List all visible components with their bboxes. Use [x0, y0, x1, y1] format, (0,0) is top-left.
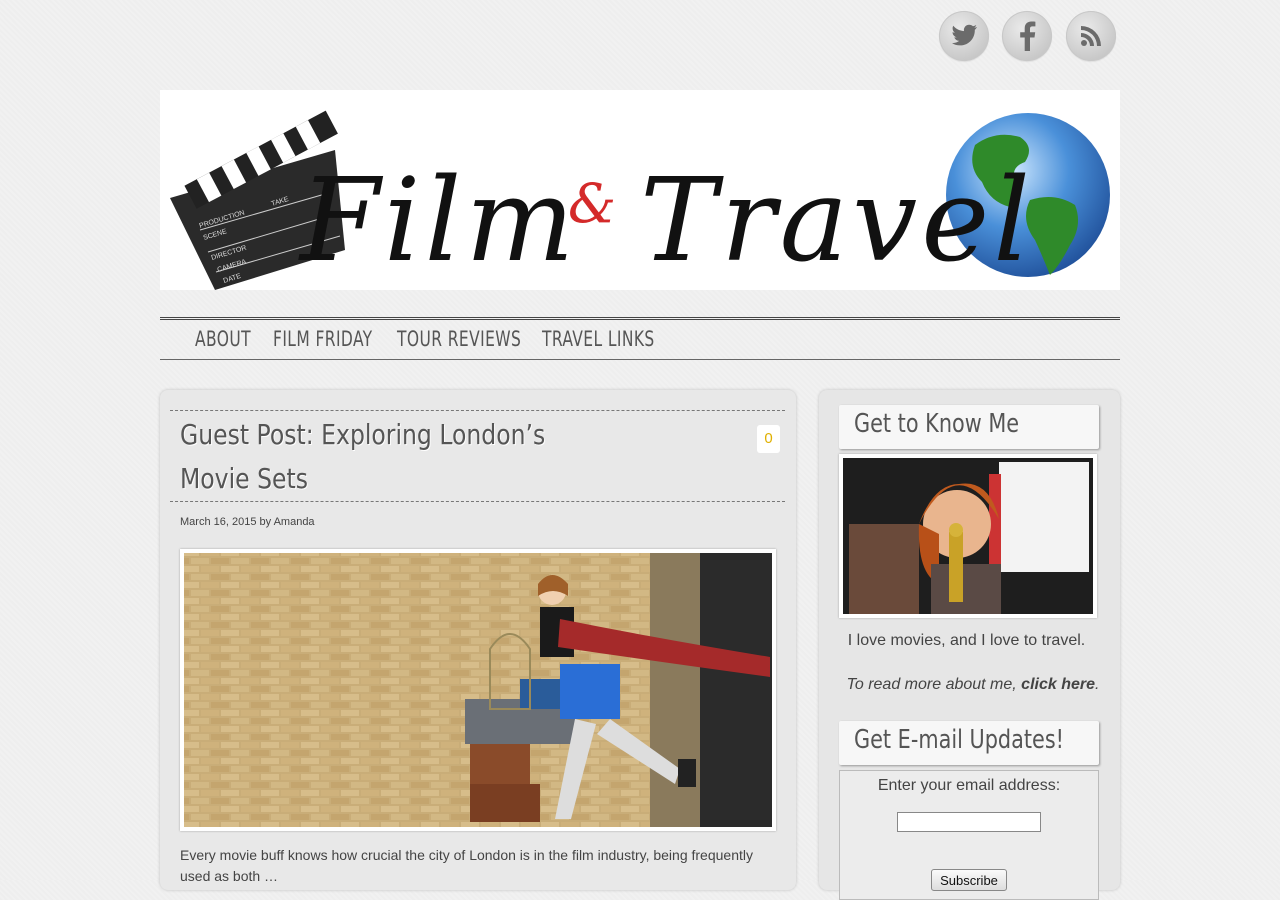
banner-ampersand: & [568, 172, 616, 235]
post-featured-image[interactable] [180, 549, 776, 831]
main-nav: ABOUT FILM FRIDAY TOUR REVIEWS TRAVEL LI… [160, 317, 1120, 360]
subscribe-form: Enter your email address: Subscribe [839, 770, 1099, 900]
author-portrait [843, 458, 1093, 614]
comment-count-badge[interactable]: 0 [757, 425, 780, 453]
author-photo[interactable] [839, 454, 1097, 618]
nav-item-tour-reviews[interactable]: TOUR REVIEWS [397, 327, 521, 351]
post-by: by [259, 516, 272, 528]
click-here-link[interactable]: click here [1021, 676, 1095, 693]
sidebar: Get to Know Me I love movies, and I love… [819, 390, 1120, 900]
post-header: Guest Post: Exploring London’s Movie Set… [170, 410, 785, 502]
platform-photo [184, 553, 772, 827]
read-more-suffix: . [1095, 676, 1100, 693]
widget-title-email-text: Get E-mail Updates! [854, 725, 1065, 755]
post-excerpt: Every movie buff knows how crucial the c… [180, 847, 753, 884]
sidebar-read-more: To read more about me, click here. [843, 676, 1103, 694]
sidebar-tagline: I love movies, and I love to travel. [847, 632, 1086, 649]
post-date: March 16, 2015 [180, 516, 257, 528]
read-more-prefix: To read more about me, [846, 676, 1022, 693]
post-card: Guest Post: Exploring London’s Movie Set… [160, 390, 796, 890]
nav-item-about[interactable]: ABOUT [195, 327, 251, 351]
twitter-button[interactable] [939, 11, 989, 61]
facebook-button[interactable] [1002, 11, 1052, 61]
widget-title-about: Get to Know Me [839, 405, 1099, 449]
banner-title-travel: Travel [640, 154, 1034, 288]
post-author-link[interactable]: Amanda [274, 516, 315, 528]
email-label: Enter your email address: [877, 777, 1061, 794]
facebook-f-icon [1020, 21, 1036, 51]
twitter-bird-icon [952, 24, 977, 46]
site-banner[interactable]: PRODUCTION SCENE TAKE DIRECTOR CAMERA DA… [160, 90, 1120, 290]
banner-logo: PRODUCTION SCENE TAKE DIRECTOR CAMERA DA… [170, 110, 1110, 290]
subscribe-button[interactable]: Subscribe [931, 869, 1007, 891]
nav-item-travel-links[interactable]: TRAVEL LINKS [542, 327, 655, 351]
rss-button[interactable] [1066, 11, 1116, 61]
email-input[interactable] [897, 812, 1041, 832]
post-meta: March 16, 2015 by Amanda [180, 516, 315, 528]
widget-title-email: Get E-mail Updates! [839, 721, 1099, 765]
post-title[interactable]: Guest Post: Exploring London’s Movie Set… [180, 413, 600, 501]
widget-title-about-text: Get to Know Me [854, 409, 1020, 439]
rss-icon [1081, 26, 1101, 46]
nav-item-film-friday[interactable]: FILM FRIDAY [273, 327, 372, 351]
banner-title-film: Film [298, 154, 578, 288]
